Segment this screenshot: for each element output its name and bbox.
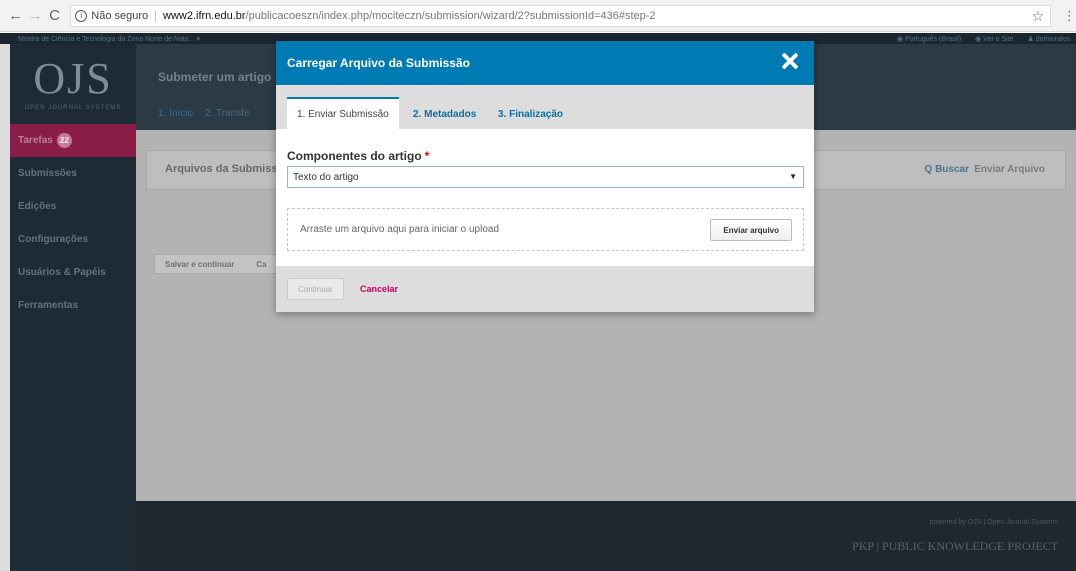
sidebar-item-ferramentas[interactable]: Ferramentas: [10, 289, 136, 322]
modal-title: Carregar Arquivo da Submissão: [287, 56, 470, 70]
modal-body: Componentes do artigo * Texto do artigo ▼…: [276, 129, 814, 266]
tab-metadados[interactable]: 2. Metadados: [403, 99, 486, 129]
sidebar-item-tarefas[interactable]: Tarefas 22: [10, 124, 136, 157]
sidebar-item-submissoes[interactable]: Submissões: [10, 157, 136, 190]
sidebar-item-usuarios-papeis[interactable]: Usuários & Papéis: [10, 256, 136, 289]
modal-footer: Continuar Cancelar: [276, 266, 814, 312]
upload-modal: Carregar Arquivo da Submissão 1. Enviar …: [276, 41, 814, 312]
continue-button[interactable]: Continuar: [287, 278, 344, 300]
tab-transferencia[interactable]: 2. Transfe: [205, 108, 249, 119]
sidebar: OJS OPEN JOURNAL SYSTEMS Tarefas 22 Subm…: [10, 44, 136, 571]
sidebar-item-edicoes[interactable]: Edições: [10, 190, 136, 223]
info-icon[interactable]: i: [75, 9, 88, 22]
logo-subtitle: OPEN JOURNAL SYSTEMS: [24, 105, 122, 111]
sidebar-item-label: Tarefas: [18, 135, 53, 146]
tab-finalizacao[interactable]: 3. Finalização: [488, 99, 573, 129]
page-title: Submeter um artigo: [158, 70, 272, 84]
file-dropzone[interactable]: Arraste um arquivo aqui para iniciar o u…: [287, 208, 804, 251]
forward-arrow-icon[interactable]: →: [25, 7, 44, 24]
sidebar-item-label: Edições: [18, 201, 57, 212]
address-separator: |: [154, 9, 157, 22]
dropzone-text: Arraste um arquivo aqui para iniciar o u…: [300, 224, 499, 235]
tab-inicio[interactable]: 1. Início: [158, 108, 193, 119]
bookmark-star-icon[interactable]: ☆: [1031, 8, 1044, 25]
language-selector[interactable]: ◉ Português (Brasil): [897, 35, 961, 43]
pkp-logo[interactable]: PKP | PUBLIC KNOWLEDGE PROJECT: [852, 539, 1058, 554]
close-icon[interactable]: [780, 51, 800, 71]
component-label-text: Componentes do artigo: [287, 149, 422, 163]
security-label: Não seguro: [91, 9, 149, 22]
panel-title: Arquivos da Submiss: [165, 163, 278, 175]
logo-mark: OJS: [33, 54, 113, 103]
upload-file-link[interactable]: Enviar Arquivo: [974, 164, 1045, 175]
save-continue-button[interactable]: Salvar e continuar Ca: [154, 254, 278, 274]
search-link[interactable]: Q Buscar: [925, 164, 969, 175]
component-label: Componentes do artigo *: [287, 149, 803, 163]
cancel-partial-label: Ca: [256, 259, 267, 269]
address-bar[interactable]: i Não seguro | www2.ifrn.edu.br/publicac…: [70, 4, 1052, 27]
save-continue-label: Salvar e continuar: [165, 259, 235, 269]
site-switcher[interactable]: Mostra de Ciência e Tecnologia da Zona N…: [18, 35, 200, 43]
component-select[interactable]: Texto do artigo ▼: [287, 166, 804, 188]
sidebar-item-label: Usuários & Papéis: [18, 267, 106, 278]
upload-file-button[interactable]: Enviar arquivo: [710, 219, 792, 241]
tab-enviar-submissao[interactable]: 1. Enviar Submissão: [287, 97, 399, 129]
page-footer: powered by OJS | Open Journal Systems PK…: [136, 501, 1076, 571]
powered-by: powered by OJS | Open Journal Systems: [929, 519, 1058, 526]
dropdown-arrow-icon: ▼: [789, 172, 797, 181]
browser-menu-icon[interactable]: ⋮: [1063, 8, 1076, 24]
sidebar-item-configuracoes[interactable]: Configurações: [10, 223, 136, 256]
ojs-logo[interactable]: OJS OPEN JOURNAL SYSTEMS: [10, 44, 136, 124]
sidebar-item-label: Ferramentas: [18, 300, 79, 311]
wizard-tabs: 1. Início 2. Transfe: [158, 108, 250, 119]
browser-toolbar: ← → C i Não seguro | www2.ifrn.edu.br/pu…: [0, 0, 1076, 32]
sidebar-item-label: Configurações: [18, 234, 89, 245]
modal-header: Carregar Arquivo da Submissão: [276, 41, 814, 85]
url-path: /publicacoeszn/index.php/mociteczn/submi…: [245, 9, 656, 22]
cancel-link[interactable]: Cancelar: [360, 284, 398, 294]
required-marker: *: [424, 149, 430, 163]
modal-tabs: 1. Enviar Submissão 2. Metadados 3. Fina…: [276, 85, 814, 129]
reload-icon[interactable]: C: [45, 7, 64, 24]
sidebar-item-label: Submissões: [18, 168, 77, 179]
user-menu[interactable]: ♟ domiuralos: [1028, 35, 1070, 43]
back-arrow-icon[interactable]: ←: [6, 7, 25, 24]
view-site-link[interactable]: ◉ Ver o Site: [975, 35, 1013, 43]
component-select-value: Texto do artigo: [293, 171, 359, 183]
task-count-badge: 22: [56, 133, 72, 148]
url-host: www2.ifrn.edu.br: [163, 9, 246, 22]
